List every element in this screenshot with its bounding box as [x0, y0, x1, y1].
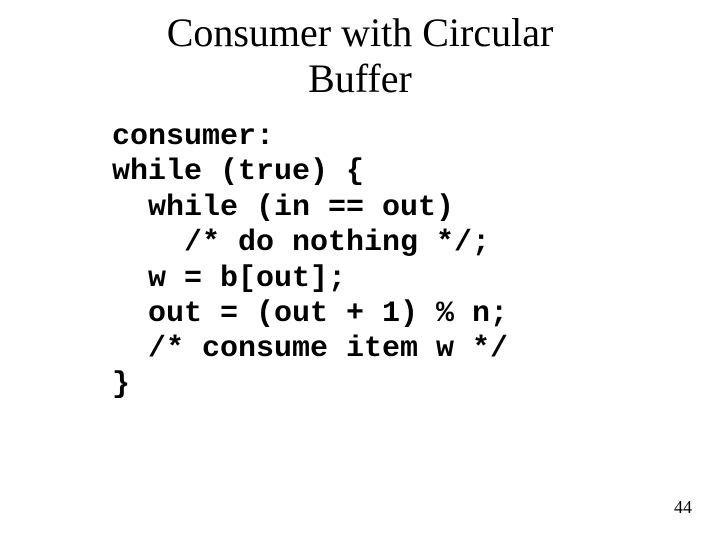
- code-line-0: consumer:: [112, 120, 274, 154]
- code-line-7: }: [112, 368, 130, 402]
- code-line-1: while (true) {: [112, 155, 364, 189]
- code-line-2: while (in == out): [112, 191, 454, 225]
- code-line-3: /* do nothing */;: [112, 226, 490, 260]
- slide-title: Consumer with Circular Buffer: [0, 0, 720, 102]
- code-line-4: w = b[out];: [112, 262, 346, 296]
- slide: Consumer with Circular Buffer consumer: …: [0, 0, 720, 540]
- title-line-2: Buffer: [308, 56, 412, 101]
- code-line-6: /* consume item w */: [112, 332, 508, 366]
- code-line-5: out = (out + 1) % n;: [112, 297, 508, 331]
- page-number: 44: [674, 497, 692, 518]
- code-block: consumer: while (true) { while (in == ou…: [112, 120, 508, 403]
- title-line-1: Consumer with Circular: [167, 10, 554, 55]
